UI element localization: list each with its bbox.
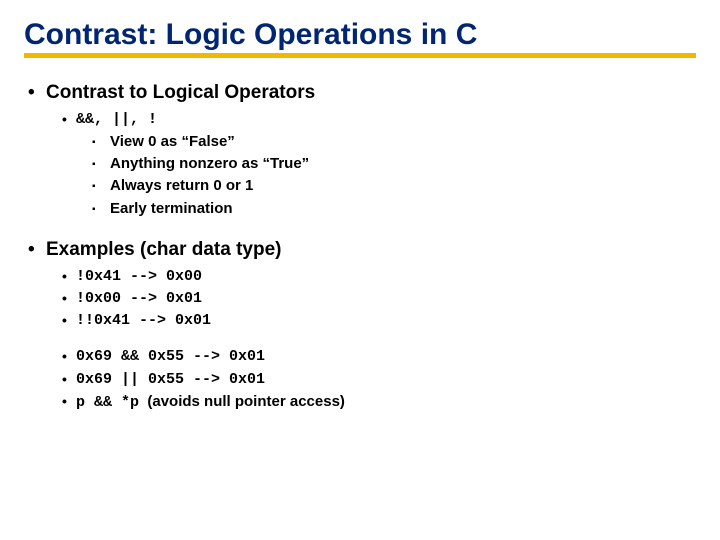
operators-line: • &&, ||, ! — [62, 110, 696, 130]
example-text: !0x00 --> 0x01 — [76, 289, 202, 309]
bullet-dot-icon: • — [62, 289, 76, 308]
property-line: ▪ Anything nonzero as “True” — [92, 154, 696, 174]
title-underline — [24, 53, 696, 58]
bullet-square-icon: ▪ — [92, 199, 110, 217]
property-line: ▪ Always return 0 or 1 — [92, 176, 696, 196]
property-text: Early termination — [110, 199, 233, 219]
example-code: p && *p — [76, 394, 139, 411]
example-line: • 0x69 || 0x55 --> 0x01 — [62, 370, 696, 390]
example-line: • p && *p (avoids null pointer access) — [62, 392, 696, 413]
example-text: !!0x41 --> 0x01 — [76, 311, 211, 331]
example-line: • !!0x41 --> 0x01 — [62, 311, 696, 331]
slide-title: Contrast: Logic Operations in C — [24, 18, 483, 52]
slide: Contrast: Logic Operations in C • Contra… — [0, 0, 720, 540]
example-text: !0x41 --> 0x00 — [76, 267, 202, 287]
section-heading-text: Examples (char data type) — [46, 237, 281, 263]
example-text: 0x69 || 0x55 --> 0x01 — [76, 370, 265, 390]
example-line: • !0x41 --> 0x00 — [62, 267, 696, 287]
spacer — [28, 333, 696, 345]
example-note: (avoids null pointer access) — [139, 393, 345, 410]
spacer — [28, 221, 696, 233]
property-text: Always return 0 or 1 — [110, 176, 253, 196]
operators-text: &&, ||, ! — [76, 110, 157, 130]
bullet-dot-icon: • — [28, 80, 46, 106]
example-text: 0x69 && 0x55 --> 0x01 — [76, 347, 265, 367]
bullet-dot-icon: • — [28, 237, 46, 263]
bullet-dot-icon: • — [62, 392, 76, 411]
bullet-dot-icon: • — [62, 110, 76, 129]
section-heading: • Examples (char data type) — [28, 237, 696, 263]
bullet-dot-icon: • — [62, 311, 76, 330]
example-line: • 0x69 && 0x55 --> 0x01 — [62, 347, 696, 367]
section-heading: • Contrast to Logical Operators — [28, 80, 696, 106]
property-line: ▪ View 0 as “False” — [92, 132, 696, 152]
example-line: • !0x00 --> 0x01 — [62, 289, 696, 309]
property-text: Anything nonzero as “True” — [110, 154, 309, 174]
section-heading-text: Contrast to Logical Operators — [46, 80, 315, 106]
bullet-square-icon: ▪ — [92, 154, 110, 172]
property-text: View 0 as “False” — [110, 132, 235, 152]
bullet-square-icon: ▪ — [92, 176, 110, 194]
bullet-square-icon: ▪ — [92, 132, 110, 150]
property-line: ▪ Early termination — [92, 199, 696, 219]
bullet-dot-icon: • — [62, 347, 76, 366]
slide-body: • Contrast to Logical Operators • &&, ||… — [24, 58, 696, 413]
bullet-dot-icon: • — [62, 370, 76, 389]
title-wrap: Contrast: Logic Operations in C — [24, 18, 696, 58]
bullet-dot-icon: • — [62, 267, 76, 286]
